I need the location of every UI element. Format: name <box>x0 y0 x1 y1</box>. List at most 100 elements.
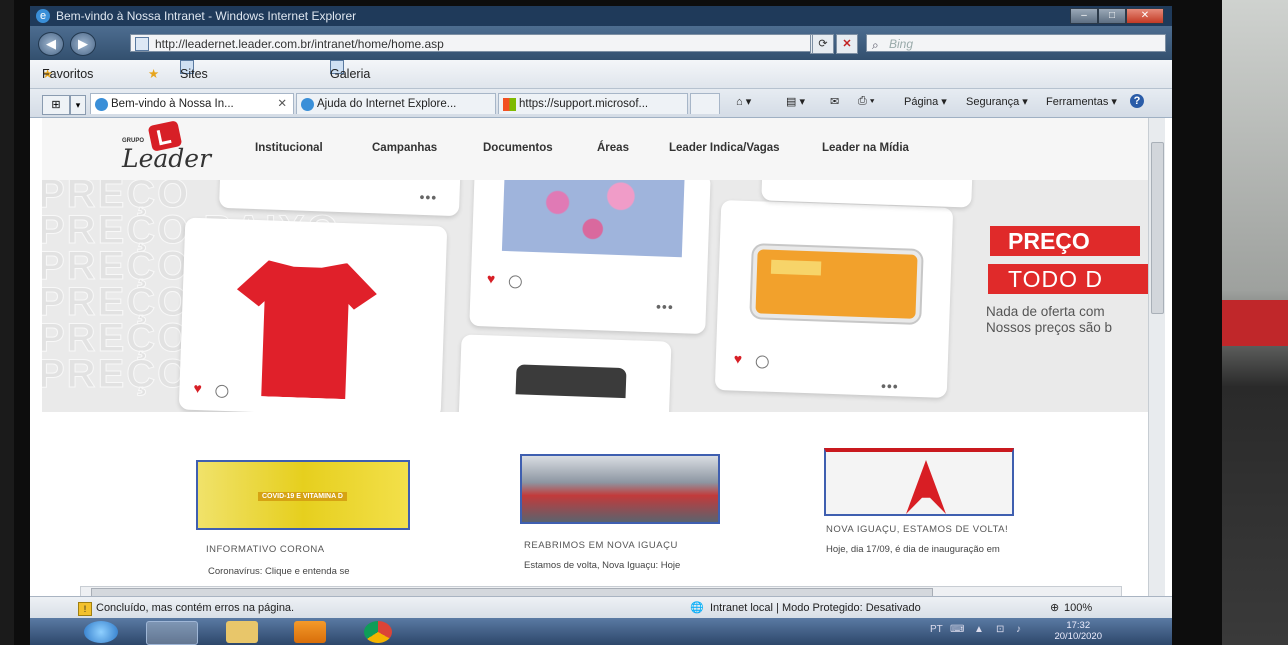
news-body: Hoje, dia 17/09, é dia de inauguração em <box>826 544 1000 555</box>
web-page: GRUPO Leader Institucional Campanhas Doc… <box>42 118 1148 608</box>
chrome-icon[interactable] <box>364 621 392 643</box>
home-icon[interactable]: ⌂ ▾ <box>736 95 751 108</box>
nav-documentos[interactable]: Documentos <box>483 142 553 154</box>
red-tshirt-image <box>233 259 378 400</box>
scrollbar-thumb[interactable] <box>1151 142 1164 314</box>
windows-taskbar: PT ⌨ ▲ ⊡ ♪ 17:32 20/10/2020 <box>30 618 1172 645</box>
news-title[interactable]: REABRIMOS EM NOVA IGUAÇU <box>524 540 678 551</box>
start-button-icon[interactable] <box>84 621 118 643</box>
ie-tab-icon <box>301 98 314 111</box>
help-icon[interactable]: ? <box>1130 94 1144 108</box>
address-input[interactable]: http://leadernet.leader.com.br/intranet/… <box>130 34 830 52</box>
nav-campanhas[interactable]: Campanhas <box>372 142 437 154</box>
globe-icon: 🌐 <box>690 602 704 614</box>
red-ribbon-image[interactable] <box>824 448 1014 516</box>
show-hidden-icons[interactable]: ▲ <box>974 624 984 635</box>
tab-ie-help[interactable]: Ajuda do Internet Explore... <box>296 93 496 114</box>
nav-leader-indica-vagas[interactable]: Leader Indica/Vagas <box>669 142 780 154</box>
add-favorite-icon[interactable]: ★ <box>148 60 159 88</box>
quick-tabs-icon[interactable]: ⊞ <box>42 95 70 115</box>
corona-news-image[interactable]: COVID-19 E VITAMINA D <box>196 460 410 530</box>
product-card-dish: ♥ ••• <box>714 200 954 398</box>
vertical-scrollbar[interactable] <box>1148 118 1165 608</box>
news-title[interactable]: INFORMATIVO CORONA <box>206 544 325 555</box>
ie-tab-icon <box>95 98 108 111</box>
more-icon: ••• <box>419 188 438 206</box>
new-tab-button[interactable] <box>690 93 720 114</box>
nav-leader-na-midia[interactable]: Leader na Mídia <box>822 142 909 154</box>
tab-list-dropdown-icon[interactable]: ▾ <box>70 95 86 115</box>
zoom-icon[interactable]: ⊕ <box>1050 597 1059 619</box>
refresh-button[interactable]: ⟳ <box>812 34 834 54</box>
promo-subtitle: TODO D <box>988 264 1148 294</box>
banner-bg-word: PREÇO <box>42 352 191 397</box>
warning-icon[interactable]: ! <box>78 602 92 616</box>
news-body: Estamos de volta, Nova Iguaçu: Hoje <box>524 560 681 571</box>
media-player-icon[interactable] <box>294 621 326 643</box>
language-indicator[interactable]: PT <box>930 624 943 635</box>
status-message: Concluído, mas contém erros na página. <box>96 602 295 614</box>
product-card-bedding: ♥ ••• <box>469 180 711 335</box>
search-icon: ⌕ <box>872 38 879 52</box>
stop-button[interactable]: ✕ <box>836 34 858 54</box>
background-wall <box>1222 0 1288 645</box>
corona-image-caption: COVID-19 E VITAMINA D <box>258 492 347 501</box>
ie-taskbar-icon[interactable] <box>146 621 198 645</box>
heart-icon: ♥ <box>486 270 496 287</box>
background-red-object <box>1222 300 1288 346</box>
volume-icon[interactable]: ♪ <box>1016 624 1021 635</box>
minimize-button[interactable]: – <box>1070 8 1098 24</box>
heart-icon: ♥ <box>733 350 743 367</box>
back-button[interactable]: ◀ <box>38 32 64 56</box>
search-input[interactable]: ⌕ Bing <box>866 34 1166 52</box>
promo-title: PREÇO <box>990 226 1140 256</box>
security-zone: Intranet local | Modo Protegido: Desativ… <box>710 602 921 614</box>
news-title[interactable]: NOVA IGUAÇU, ESTAMOS DE VOLTA! <box>826 524 1008 535</box>
page-menu[interactable]: Página ▾ <box>904 95 947 108</box>
status-bar: ! Concluído, mas contém erros na página.… <box>30 596 1172 619</box>
nav-areas[interactable]: Áreas <box>597 142 629 154</box>
explorer-folder-icon[interactable] <box>226 621 258 643</box>
site-header: GRUPO Leader Institucional Campanhas Doc… <box>42 118 1148 181</box>
url-text: http://leadernet.leader.com.br/intranet/… <box>155 37 444 51</box>
maximize-button[interactable]: □ <box>1098 8 1126 24</box>
tab-welcome[interactable]: Bem-vindo à Nossa In... ✕ <box>90 93 294 114</box>
favorites-bar: ★ Favoritos ★ Sites Sugeridos ▾ Galeria … <box>30 60 1172 165</box>
tab-microsoft-support[interactable]: https://support.microsof... <box>498 93 688 114</box>
print-icon[interactable]: ⎙ ▾ <box>858 95 874 108</box>
browser-screen: e Bem-vindo à Nossa Intranet - Windows I… <box>30 6 1172 645</box>
comment-icon <box>755 355 769 369</box>
zoom-level[interactable]: 100% <box>1064 597 1092 619</box>
clock-date: 20/10/2020 <box>1054 631 1102 642</box>
safety-menu[interactable]: Segurança ▾ <box>966 95 1028 108</box>
comment-icon <box>215 384 229 399</box>
network-icon[interactable]: ⊡ <box>996 624 1004 635</box>
heart-icon: ♥ <box>193 379 203 397</box>
store-reopening-image[interactable] <box>520 454 720 524</box>
more-icon: ••• <box>655 298 675 315</box>
mail-icon[interactable]: ✉ <box>830 95 839 108</box>
promo-banner[interactable]: PREÇO PREÇO BAIXO PREÇO PREÇO PREÇO PREÇ… <box>42 180 1148 412</box>
comment-icon <box>508 275 523 289</box>
tab-label: Bem-vindo à Nossa In... <box>111 98 234 110</box>
tab-label: https://support.microsof... <box>519 98 649 110</box>
favorites-label: Favoritos <box>42 67 94 81</box>
feeds-icon[interactable]: ▤ ▾ <box>786 95 805 108</box>
tab-bar: ⊞ ▾ Bem-vindo à Nossa In... ✕ Ajuda do I… <box>30 89 1172 118</box>
taskbar-clock[interactable]: 17:32 20/10/2020 <box>1054 620 1102 642</box>
news-body: Coronavírus: Clique e entenda se <box>208 566 350 577</box>
close-tab-icon[interactable]: ✕ <box>277 94 287 114</box>
logo-text[interactable]: Leader <box>122 144 211 173</box>
more-icon: ••• <box>880 377 899 395</box>
title-bar: e Bem-vindo à Nossa Intranet - Windows I… <box>30 6 1172 26</box>
ribbon-bow-icon <box>906 460 946 514</box>
nav-institucional[interactable]: Institucional <box>255 142 323 154</box>
tools-menu[interactable]: Ferramentas ▾ <box>1046 95 1117 108</box>
search-placeholder: Bing <box>889 37 914 51</box>
keyboard-icon[interactable]: ⌨ <box>950 624 964 635</box>
window-title: Bem-vindo à Nossa Intranet - Windows Int… <box>56 9 357 23</box>
address-toolbar: – □ ✕ ◀ ▶ http://leadernet.leader.com.br… <box>30 8 1172 60</box>
tab-label: Ajuda do Internet Explore... <box>317 98 457 110</box>
forward-button[interactable]: ▶ <box>70 32 96 56</box>
close-window-button[interactable]: ✕ <box>1126 8 1164 24</box>
